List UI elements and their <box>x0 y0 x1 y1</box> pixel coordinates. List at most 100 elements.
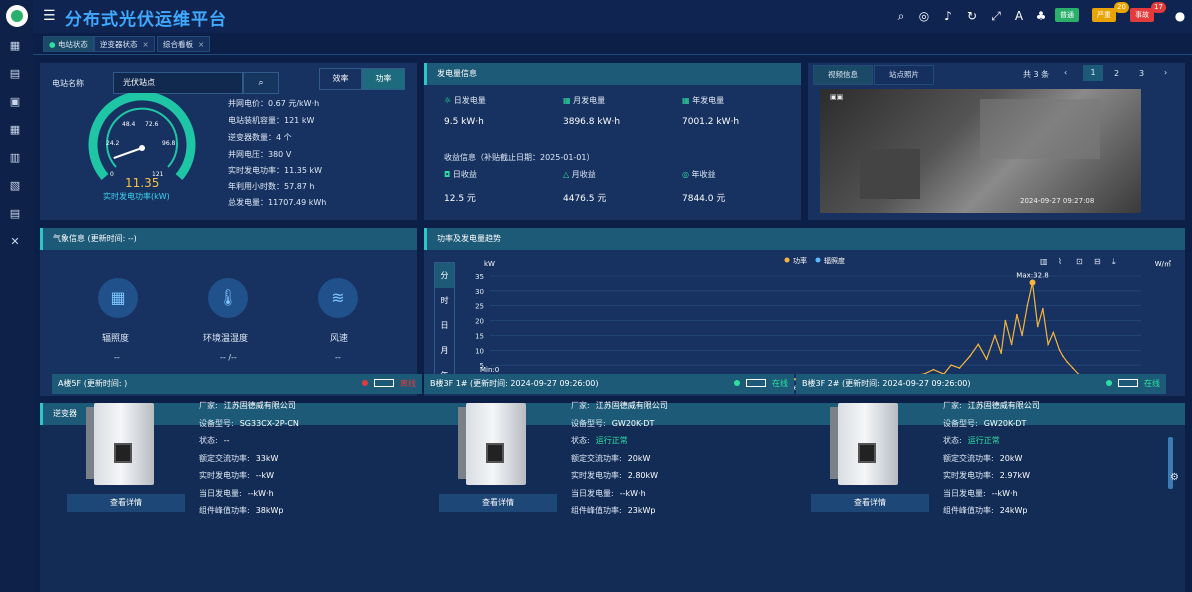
camera-logo: ▣▣ <box>830 93 844 101</box>
inverter-status: 在线 <box>1106 374 1160 394</box>
inverter-field: 状态: -- <box>199 436 230 445</box>
chart-ylabel-left: kW <box>484 260 495 268</box>
settings-icon[interactable]: ⚙ <box>1170 472 1179 483</box>
font-icon[interactable]: A <box>1012 9 1026 23</box>
dashboard-icon[interactable]: ▦ <box>8 40 22 52</box>
weather-label: 辐照度 <box>102 334 130 344</box>
tab-day[interactable]: 日 <box>435 313 454 338</box>
user-icon[interactable]: ● <box>1173 9 1187 23</box>
power-point <box>1036 325 1039 328</box>
max-marker <box>1029 279 1036 286</box>
chart-legend: 功率 <box>793 256 807 265</box>
tab-station-status[interactable]: ● 电站状态 <box>43 36 94 52</box>
accident-alarm-badge[interactable]: 事故 <box>1130 8 1154 22</box>
inverter-field: 实时发电功率: --kW <box>199 471 275 480</box>
inverter-field: 状态: 运行正常 <box>571 436 628 445</box>
tab-month[interactable]: 月 <box>435 338 454 363</box>
grid-icon[interactable]: ▦ <box>8 124 22 136</box>
page-1[interactable]: 1 <box>1083 65 1103 81</box>
power-point <box>1010 343 1013 346</box>
weather-label: 环境温湿度 <box>203 334 249 344</box>
page-3[interactable]: 3 <box>1139 69 1144 78</box>
gauge-tick: 24.2 <box>106 140 120 147</box>
stat-row: 实时发电功率：11.35 kW <box>228 166 322 175</box>
inverter-card-header: B楼3F 1# (更新时间: 2024-09-27 09:26:00) 在线 <box>424 374 794 394</box>
app-title: 分布式光伏运维平台 <box>65 10 227 30</box>
tab-dashboard[interactable]: 综合看板 × <box>157 36 211 52</box>
fullscreen-icon[interactable]: ⤢ <box>989 9 1003 23</box>
volume-icon[interactable]: ♪ <box>941 9 955 23</box>
logo <box>6 5 28 27</box>
gauge-needle <box>113 147 143 160</box>
gauge-tick: 72.6 <box>145 121 159 128</box>
sun-icon: ☼ <box>444 96 452 105</box>
next-page-icon[interactable]: › <box>1164 68 1167 77</box>
inverter-field: 组件峰值功率: 38kWp <box>199 506 284 515</box>
inverter-field: 组件峰值功率: 24kWp <box>943 506 1028 515</box>
weather-label: 风速 <box>330 334 349 344</box>
generation-panel: 发电量信息 ☼ 日发电量 ▦ 月发电量 ▦ 年发电量 9.5 kW·h 3896… <box>424 63 801 220</box>
camera-feed[interactable]: 2024-09-27 09:27:08 ▣▣ <box>820 89 1141 213</box>
inverter-card-header: B楼3F 2# (更新时间: 2024-09-27 09:26:00) 在线 <box>796 374 1166 394</box>
tab-inverter-status[interactable]: 逆变器状态 × <box>94 36 155 52</box>
inverter-field: 厂家: 江苏固德威有限公司 <box>571 401 668 410</box>
total-count: 共 3 条 <box>1023 70 1050 79</box>
file-icon[interactable]: ▤ <box>8 208 22 220</box>
view-details-button[interactable]: 查看详情 <box>811 494 929 512</box>
inverter-field: 厂家: 江苏固德威有限公司 <box>199 401 296 410</box>
wallet-icon: ◘ <box>444 170 451 179</box>
trend-panel: 功率及发电量趋势 分 时 日 月 年 ▥ ⌇ ⊡ ⊟ ⤓ 05101520253… <box>424 228 1185 396</box>
normal-alarm-badge[interactable]: 普通 <box>1055 8 1079 22</box>
inverter-field: 组件峰值功率: 23kWp <box>571 506 656 515</box>
power-point <box>969 355 971 358</box>
power-point <box>1072 367 1074 369</box>
efficiency-toggle[interactable]: 效率 <box>319 68 362 90</box>
station-name-input[interactable]: 光伏站点 <box>113 72 243 94</box>
tab-video-info[interactable]: 视频信息 <box>813 65 873 85</box>
shirt-icon[interactable]: ♣ <box>1034 9 1048 23</box>
station-overview-panel: 电站名称 光伏站点 ⌕ 效率 功率 0 24.2 48.4 72.6 96.8 … <box>40 63 417 220</box>
panel-icon[interactable]: ▥ <box>8 152 22 164</box>
tools-icon[interactable]: ✕ <box>8 236 22 248</box>
power-point <box>1016 313 1018 316</box>
gauge-tick: 0 <box>110 171 114 178</box>
thermometer-icon: 🌡 <box>208 278 248 318</box>
page-2[interactable]: 2 <box>1114 69 1119 78</box>
search-icon[interactable]: ⌕ <box>894 9 908 23</box>
prev-page-icon[interactable]: ‹ <box>1064 68 1067 77</box>
power-point <box>958 367 961 369</box>
search-button[interactable]: ⌕ <box>243 72 279 94</box>
report-icon[interactable]: ▧ <box>8 180 22 192</box>
power-point <box>1058 349 1061 352</box>
inverter-card: B楼3F 2# (更新时间: 2024-09-27 09:26:00) 在线 查… <box>796 374 1166 584</box>
close-icon[interactable]: × <box>198 40 204 49</box>
inverter-field: 状态: 运行正常 <box>943 436 1000 445</box>
inverter-field: 当日发电量: --kW·h <box>571 488 646 498</box>
tab-minute[interactable]: 分 <box>435 263 454 288</box>
monitor-icon[interactable]: ▣ <box>8 96 22 108</box>
status-dot-icon <box>734 380 740 386</box>
income-title: 收益信息（补贴截止日期：2025-01-01） <box>444 153 595 162</box>
inverter-card: A楼5F (更新时间: ) 离线 查看详情 厂家: 江苏固德威有限公司 设备型号: SG… <box>52 374 422 584</box>
status-dot-icon <box>362 380 368 386</box>
help-icon[interactable]: ◎ <box>917 9 931 23</box>
income-item: ◘ 日收益 <box>444 170 477 179</box>
inverter-field: 设备型号: GW20K-DT <box>943 418 1027 428</box>
document-icon[interactable]: ▤ <box>8 68 22 80</box>
serious-alarm-badge[interactable]: 严重 <box>1092 8 1116 22</box>
stat-row: 年利用小时数：57.87 h <box>228 182 315 191</box>
menu-icon[interactable]: ☰ <box>43 8 56 24</box>
weather-value: -- /-- <box>220 353 237 362</box>
inverter-field: 额定交流功率: 20kW <box>943 453 1023 463</box>
close-icon[interactable]: × <box>143 40 149 49</box>
refresh-icon[interactable]: ↻ <box>965 9 979 23</box>
view-details-button[interactable]: 查看详情 <box>439 494 557 512</box>
view-details-button[interactable]: 查看详情 <box>67 494 185 512</box>
serious-alarm-count: 20 <box>1114 2 1129 13</box>
income-item: △ 月收益 <box>563 170 596 179</box>
tab-site-photos[interactable]: 站点照片 <box>874 65 934 85</box>
power-point <box>1021 334 1023 337</box>
tab-hour[interactable]: 时 <box>435 288 454 313</box>
power-toggle[interactable]: 功率 <box>362 68 405 90</box>
chart-ylabel-right: W/㎡ <box>1155 260 1171 268</box>
